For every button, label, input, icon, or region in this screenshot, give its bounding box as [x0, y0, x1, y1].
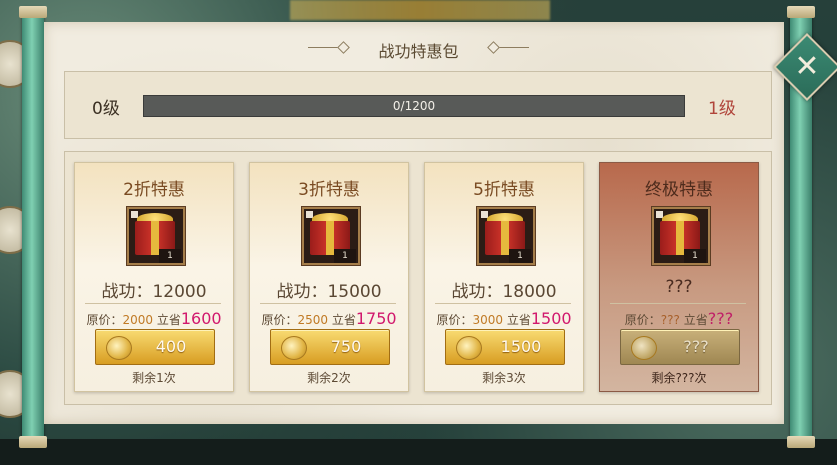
remaining-count: 剩余???次 [651, 371, 707, 385]
background-banner [290, 0, 550, 20]
original-price: ??? [660, 313, 680, 327]
gold-coin-icon [456, 336, 482, 360]
merit-progress-bar: 0/1200 [143, 95, 685, 117]
gold-coin-icon [106, 336, 132, 360]
divider [435, 303, 571, 304]
price-info: 原价：2000 立省1600 [86, 309, 222, 328]
buy-button[interactable]: 1500 [445, 329, 565, 365]
savings: 1750 [355, 309, 397, 328]
original-price: 2000 [122, 313, 153, 327]
buy-button-disabled[interactable]: ??? [620, 329, 740, 365]
current-level: 0级 [92, 99, 120, 119]
pack-card: 5折特惠 1 战功：18000 原价：3000 立省1500 1500 剩余3次 [424, 162, 584, 392]
remaining-count: 剩余3次 [482, 371, 526, 385]
remaining-count: 剩余2次 [307, 371, 351, 385]
price-info: 原价：??? 立省??? [624, 309, 734, 328]
original-price: 2500 [297, 313, 328, 327]
pack-merit: 战功：15000 [276, 282, 382, 302]
gift-box-icon[interactable]: 1 [652, 207, 710, 265]
gift-box-icon[interactable]: 1 [302, 207, 360, 265]
pack-card-locked: 终极特惠 1 ??? 原价：??? 立省??? ??? 剩余???次 [599, 162, 759, 392]
savings: 1600 [180, 309, 222, 328]
item-count: 1 [334, 249, 356, 263]
merit-progress-text: 0/1200 [392, 99, 436, 113]
item-count: 1 [159, 249, 181, 263]
pack-card: 3折特惠 1 战功：15000 原价：2500 立省1750 750 剩余2次 [249, 162, 409, 392]
buy-price: 1500 [500, 337, 542, 356]
pack-merit: ??? [665, 277, 693, 297]
bottom-bar [0, 439, 837, 465]
pack-merit: 战功：12000 [101, 282, 207, 302]
pack-merit: 战功：18000 [451, 282, 557, 302]
divider [85, 303, 221, 304]
price-info: 原价：3000 立省1500 [436, 309, 572, 328]
pack-title: 终极特惠 [645, 180, 713, 200]
pack-title: 5折特惠 [473, 180, 535, 200]
savings: 1500 [530, 309, 572, 328]
buy-button[interactable]: 750 [270, 329, 390, 365]
pack-title: 3折特惠 [298, 180, 360, 200]
next-level: 1级 [708, 99, 736, 119]
buy-price: 400 [155, 337, 187, 356]
remaining-count: 剩余1次 [132, 371, 176, 385]
pack-card: 2折特惠 1 战功：12000 原价：2000 立省1600 400 剩余1次 [74, 162, 234, 392]
panel-title: 战功特惠包 [378, 42, 459, 61]
gift-box-icon[interactable]: 1 [477, 207, 535, 265]
pack-title: 2折特惠 [123, 180, 185, 200]
price-info: 原价：2500 立省1750 [261, 309, 397, 328]
close-icon[interactable]: ✕ [783, 43, 831, 91]
original-price: 3000 [472, 313, 503, 327]
scroll-rod-left [19, 6, 47, 448]
title-ornament-right [493, 47, 529, 48]
gold-coin-icon [631, 336, 657, 360]
buy-price: 750 [330, 337, 362, 356]
item-count: 1 [684, 249, 706, 263]
gold-coin-icon [281, 336, 307, 360]
buy-button[interactable]: 400 [95, 329, 215, 365]
divider [260, 303, 396, 304]
savings: ??? [707, 309, 734, 328]
divider [610, 303, 746, 304]
buy-price: ??? [683, 337, 709, 356]
item-count: 1 [509, 249, 531, 263]
gift-box-icon[interactable]: 1 [127, 207, 185, 265]
